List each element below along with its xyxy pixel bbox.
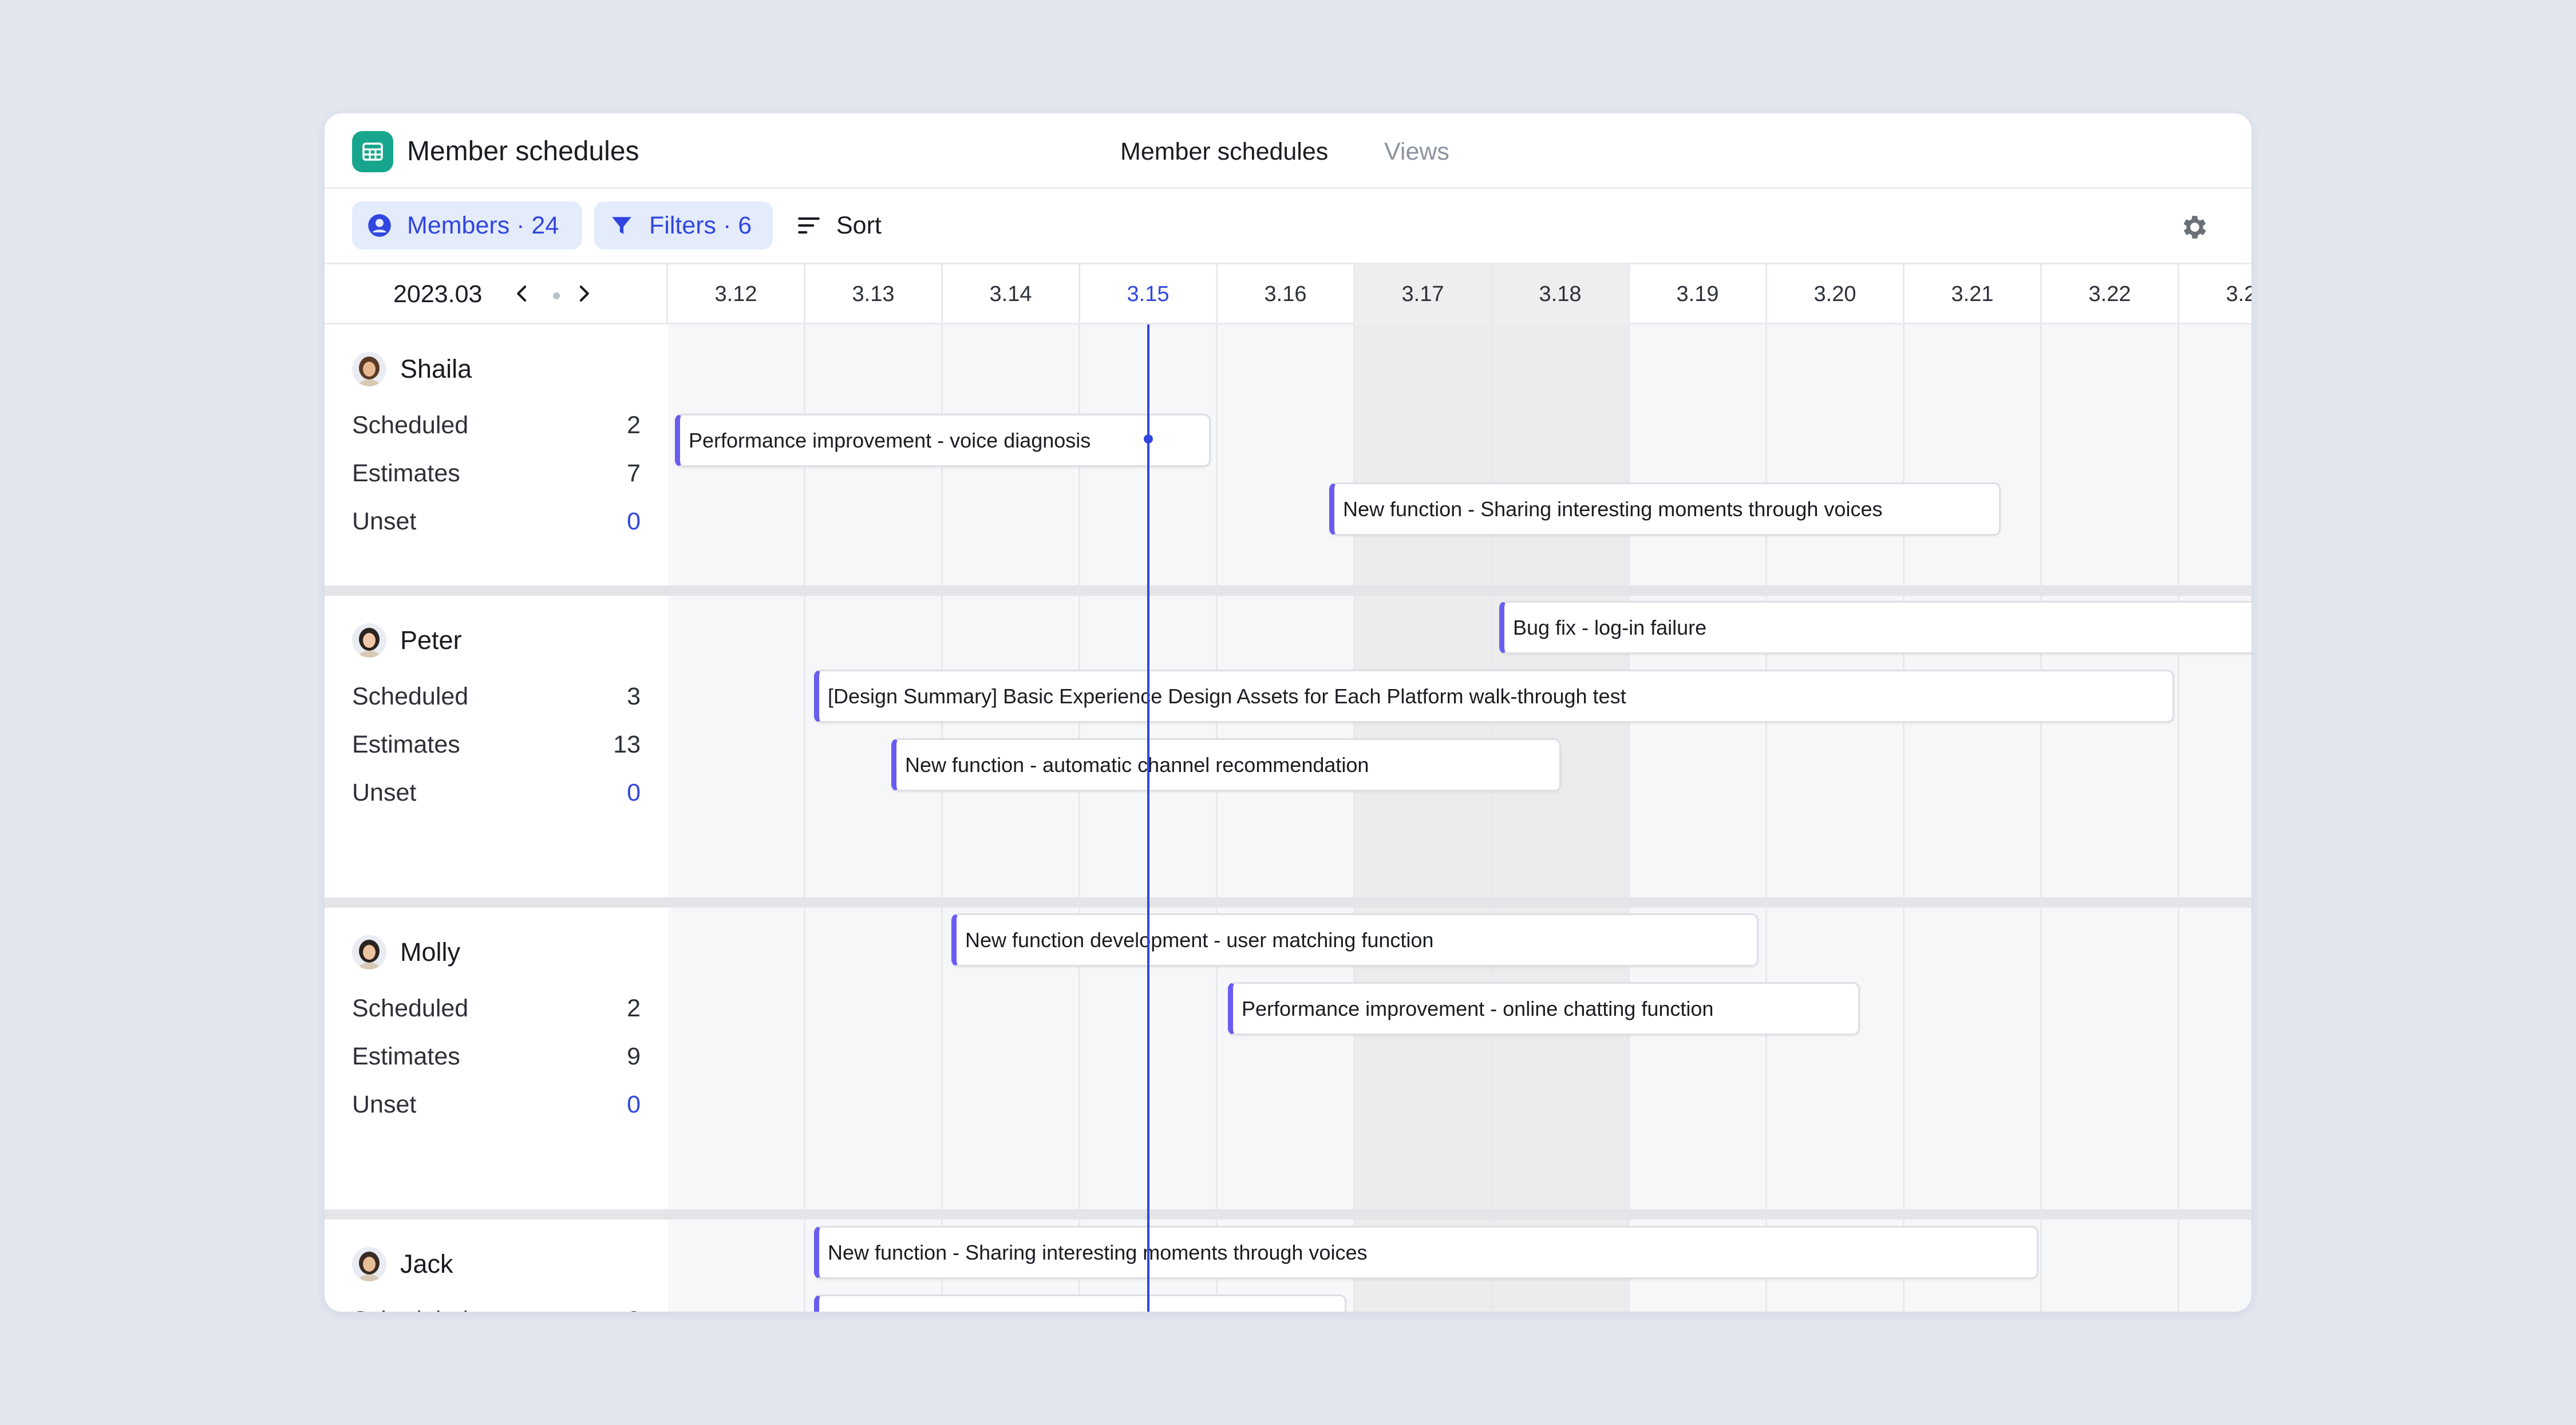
today-line	[1147, 324, 1149, 1312]
table-grid-icon	[352, 131, 393, 172]
day-header: 3.17	[1355, 264, 1492, 324]
tab-member-schedules[interactable]: Member schedules	[1120, 135, 1328, 168]
day-header: 3.21	[1905, 264, 2042, 324]
sort-label: Sort	[836, 211, 882, 239]
day-header: 3.12	[668, 264, 805, 324]
stat-label: Unset	[352, 508, 417, 535]
stat-value: 2	[627, 995, 641, 1022]
task-bar[interactable]: New function - Sharing interesting momen…	[814, 1226, 2038, 1279]
member-separator	[668, 1209, 2251, 1220]
day-column	[1492, 324, 1630, 1312]
day-header: 3.20	[1767, 264, 1905, 324]
sort-lines-icon	[795, 212, 823, 239]
chevron-left-icon[interactable]	[507, 278, 538, 309]
app-title: Member schedules	[407, 136, 639, 167]
task-bar[interactable]: New function - automatic channel recomme…	[891, 738, 1561, 791]
today-dot-button[interactable]	[553, 292, 560, 299]
members-filter-button[interactable]: Members · 24	[352, 201, 582, 250]
today-marker	[1144, 434, 1153, 444]
stat-value: 9	[627, 1043, 641, 1070]
task-bar[interactable]: Performance improvement - online chattin…	[1228, 982, 1860, 1035]
avatar[interactable]	[352, 935, 386, 969]
day-header: 3.22	[2042, 264, 2179, 324]
day-column	[2042, 324, 2179, 1312]
member-panel: Molly Scheduled 2 Estimates 9 Unset 0	[325, 908, 668, 1209]
user-circle-icon	[366, 212, 393, 239]
stat-value: 13	[613, 731, 641, 758]
members-filter-label: Members · 24	[407, 211, 559, 239]
member-separator	[325, 1209, 668, 1220]
top-bar: Member schedules Member schedules Views	[325, 113, 2251, 189]
member-separator	[325, 897, 668, 908]
timeline-grid	[668, 324, 2251, 1312]
filters-label: Filters · 6	[649, 211, 752, 239]
day-column	[668, 324, 805, 1312]
member-panel: Shaila Scheduled 2 Estimates 7 Unset 0	[325, 324, 668, 585]
day-header: 3.19	[1630, 264, 1767, 324]
stat-label: Unset	[352, 1091, 417, 1118]
stat-label: Scheduled	[352, 1305, 468, 1312]
avatar[interactable]	[352, 623, 386, 658]
day-column	[1218, 324, 1355, 1312]
current-month: 2023.03	[393, 280, 483, 308]
schedule-app-window: Member schedules Member schedules Views …	[325, 113, 2251, 1312]
stat-value[interactable]: 0	[627, 1090, 641, 1119]
stat-label: Estimates	[352, 1043, 460, 1070]
member-name[interactable]: Shaila	[400, 352, 472, 386]
task-bar[interactable]: New function development - user matching…	[951, 913, 1759, 967]
date-header: 2023.03 3.12 3.13 3.14 3.15 3.16 3.17 3.18 3.19…	[325, 264, 2251, 324]
avatar[interactable]	[352, 352, 386, 386]
member-name[interactable]: Molly	[400, 935, 460, 969]
stat-label: Scheduled	[352, 995, 469, 1022]
day-header: 3.23	[2179, 264, 2251, 324]
day-header: 3.18	[1492, 264, 1630, 324]
day-column	[1630, 324, 1767, 1312]
member-name[interactable]: Jack	[400, 1247, 453, 1281]
chevron-right-icon[interactable]	[568, 278, 599, 309]
day-header: 3.14	[943, 264, 1080, 324]
day-column	[1767, 324, 1905, 1312]
task-bar[interactable]: Performance improvement - voice diagnosi…	[675, 414, 1211, 467]
day-column	[943, 324, 1080, 1312]
member-panel: Jack Scheduled 2	[325, 1220, 668, 1312]
sort-button[interactable]: Sort	[795, 201, 882, 250]
stat-value: 3	[627, 683, 641, 710]
task-bar[interactable]	[814, 1295, 1346, 1312]
filters-button[interactable]: Filters · 6	[594, 201, 773, 250]
member-separator	[325, 585, 668, 596]
gear-icon[interactable]	[2179, 212, 2210, 243]
stat-label: Scheduled	[352, 683, 469, 710]
task-bar[interactable]: Bug fix - log-in failure	[1499, 601, 2251, 654]
tab-views[interactable]: Views	[1384, 135, 1449, 168]
stat-value: 7	[627, 460, 641, 487]
day-column	[805, 324, 943, 1312]
day-column	[1905, 324, 2042, 1312]
stat-label: Unset	[352, 779, 417, 806]
stat-label: Estimates	[352, 731, 460, 758]
filter-funnel-icon	[608, 212, 635, 239]
member-separator	[668, 585, 2251, 596]
task-bar[interactable]: New function - Sharing interesting momen…	[1329, 482, 2001, 536]
day-header: 3.16	[1218, 264, 1355, 324]
stat-value[interactable]: 0	[627, 778, 641, 808]
stat-value: 2	[627, 411, 641, 439]
day-column	[2179, 324, 2251, 1312]
task-bar[interactable]: [Design Summary] Basic Experience Design…	[814, 670, 2174, 723]
stat-value[interactable]: 0	[627, 506, 641, 536]
toolbar: Members · 24 Filters · 6 Sort	[325, 189, 2251, 264]
day-header: 3.13	[805, 264, 943, 324]
member-separator	[668, 897, 2251, 908]
stat-label: Estimates	[352, 460, 460, 487]
stat-value: 2	[627, 1305, 641, 1312]
day-column	[1355, 324, 1492, 1312]
day-header: 3.15	[1080, 264, 1218, 324]
stat-label: Scheduled	[352, 411, 469, 439]
member-name[interactable]: Peter	[400, 623, 462, 658]
member-panel: Peter Scheduled 3 Estimates 13 Unset 0	[325, 596, 668, 897]
avatar[interactable]	[352, 1247, 386, 1281]
